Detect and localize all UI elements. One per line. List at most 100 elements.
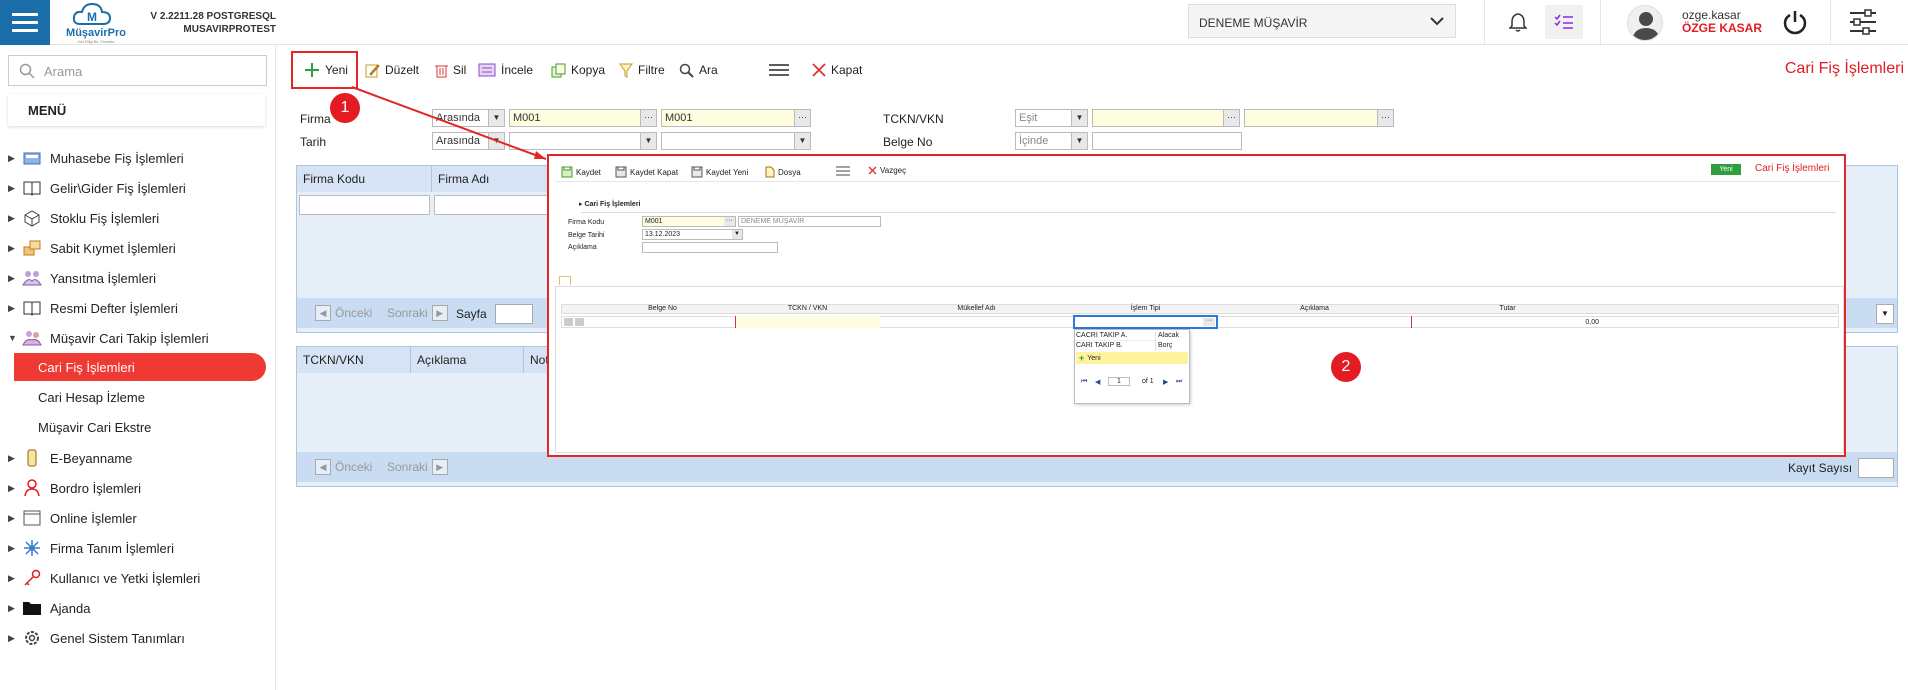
- power-icon[interactable]: [1782, 9, 1808, 35]
- search-input[interactable]: Arama: [8, 55, 267, 86]
- dropdown-option[interactable]: CARI TAKIP B.: [1076, 342, 1155, 351]
- tarih-to-select[interactable]: ▼: [661, 132, 811, 150]
- col-tckn-vkn[interactable]: TCKN / VKN: [735, 305, 880, 312]
- date-dropdown-icon[interactable]: ▼: [732, 230, 742, 239]
- bell-icon[interactable]: [1503, 7, 1533, 37]
- col-aciklama[interactable]: Açıklama: [1218, 305, 1411, 312]
- grid-header-aciklama[interactable]: Açıklama: [411, 347, 524, 373]
- firma-to-input[interactable]: M001 ···: [661, 109, 811, 127]
- belge-input[interactable]: [1092, 132, 1242, 150]
- sidebar-item-sabit-kiymet[interactable]: ▶ Sabit Kıymet İşlemleri: [0, 233, 276, 263]
- ellipsis-icon[interactable]: ···: [794, 110, 810, 126]
- more-menu-button[interactable]: [768, 57, 790, 83]
- network-icon: [24, 540, 40, 556]
- sidebar-item-stoklu[interactable]: ▶ Stoklu Fiş İşlemleri: [0, 203, 276, 233]
- sidebar-item-online[interactable]: ▶ Online İşlemler: [0, 503, 276, 533]
- sidebar-item-bordro[interactable]: ▶ Bordro İşlemleri: [0, 473, 276, 503]
- sidebar-item-firma-tanim[interactable]: ▶ Firma Tanım İşlemleri: [0, 533, 276, 563]
- search-button[interactable]: Ara: [679, 57, 718, 83]
- grid2-prev-button[interactable]: ◀ Önceki: [315, 459, 372, 475]
- sidebar-item-yansitma[interactable]: ▶ Yansıtma İşlemleri: [0, 263, 276, 293]
- sidebar-subitem-cari-ekstre[interactable]: Müşavir Cari Ekstre: [14, 413, 266, 441]
- new-button[interactable]: Yeni: [304, 57, 348, 83]
- sidebar-item-ajanda[interactable]: ▶ Ajanda: [0, 593, 276, 623]
- inspect-button[interactable]: İncele: [478, 57, 533, 83]
- copy-button[interactable]: Kopya: [551, 57, 605, 83]
- col-islem-tipi[interactable]: İşlem Tipi: [1073, 305, 1218, 312]
- row-edit-icon[interactable]: [575, 318, 584, 326]
- file-icon: [765, 166, 775, 178]
- belge-tarihi-input[interactable]: 13.12.2023: [642, 229, 743, 240]
- close-button[interactable]: Kapat: [812, 57, 862, 83]
- sidebar-item-muhasebe[interactable]: ▶ Muhasebe Fiş İşlemleri: [0, 143, 276, 173]
- sidebar-item-label: Müşavir Cari Takip İşlemleri: [50, 330, 209, 346]
- row-islem-tipi-input[interactable]: [1073, 315, 1218, 329]
- grid1-prev-button[interactable]: ◀ Önceki: [315, 305, 372, 321]
- grid-header-tckn[interactable]: TCKN/VKN: [297, 347, 411, 373]
- sidebar-item-label: Sabit Kıymet İşlemleri: [50, 240, 176, 256]
- row-delete-icon[interactable]: [564, 318, 573, 326]
- dropdown-new-button[interactable]: + Yeni: [1076, 352, 1188, 364]
- tab-indicator[interactable]: [559, 276, 571, 285]
- tckn-to-input[interactable]: ···: [1244, 109, 1394, 127]
- sidebar-subitem-cari-fis[interactable]: Cari Fiş İşlemleri: [14, 353, 266, 381]
- col-belge-no[interactable]: Belge No: [590, 305, 735, 312]
- sidebar-item-e-beyanname[interactable]: ▶ E-Beyanname: [0, 443, 276, 473]
- grid-header-firma-kodu[interactable]: Firma Kodu: [297, 166, 432, 192]
- search-icon: [19, 63, 35, 79]
- avatar[interactable]: [1627, 5, 1663, 41]
- grid2-next-button[interactable]: Sonraki ▶: [387, 459, 448, 475]
- ellipsis-icon[interactable]: ···: [1377, 110, 1393, 126]
- grid1-next-button[interactable]: Sonraki ▶: [387, 305, 448, 321]
- divider: [1830, 0, 1831, 45]
- next-page-icon[interactable]: ▶: [1163, 378, 1168, 386]
- modal-menu-button[interactable]: [835, 166, 851, 176]
- dropdown-option[interactable]: CACRI TAKIP A.: [1076, 332, 1155, 341]
- user-login: ozge.kasar: [1682, 8, 1741, 22]
- sidebar-item-gelir-gider[interactable]: ▶ Gelir\Gider Fiş İşlemleri: [0, 173, 276, 203]
- sidebar-item-label: Genel Sistem Tanımları: [50, 630, 185, 646]
- modal-save-new-button[interactable]: Kaydet Yeni: [691, 166, 748, 178]
- row-tckn-input[interactable]: [735, 316, 880, 328]
- dropdown-page-input[interactable]: 1: [1108, 377, 1130, 386]
- last-page-icon[interactable]: ⏭: [1176, 378, 1182, 386]
- modal-save-button[interactable]: Kaydet: [561, 166, 601, 178]
- aciklama-input[interactable]: [642, 242, 778, 253]
- first-page-icon[interactable]: ⏮: [1081, 378, 1087, 386]
- sidebar-item-genel-sistem[interactable]: ▶ Genel Sistem Tanımları: [0, 623, 276, 653]
- ellipsis-icon[interactable]: ···: [640, 110, 656, 126]
- caret-right-icon: ▶: [8, 602, 15, 613]
- sidebar-subitem-cari-hesap[interactable]: Cari Hesap İzleme: [14, 383, 266, 411]
- col-tutar[interactable]: Tutar: [1411, 305, 1604, 312]
- tasks-icon[interactable]: [1545, 5, 1583, 39]
- grid1-page-label: Sayfa: [456, 307, 487, 321]
- ellipsis-icon[interactable]: ···: [1203, 317, 1215, 326]
- sidebar-item-kullanici[interactable]: ▶ Kullanıcı ve Yetki İşlemleri: [0, 563, 276, 593]
- grid-filter-firma-adi[interactable]: [434, 195, 554, 215]
- firm-select[interactable]: DENEME MÜŞAVİR: [1188, 4, 1456, 38]
- hamburger-menu-icon[interactable]: [0, 0, 50, 45]
- sidebar-item-musavir-cari[interactable]: ▼ Müşavir Cari Takip İşlemleri: [0, 323, 276, 353]
- belge-operator-select[interactable]: İçinde ▼: [1015, 132, 1088, 150]
- ellipsis-icon[interactable]: ···: [1223, 110, 1239, 126]
- ellipsis-icon[interactable]: ···: [724, 217, 735, 226]
- filter-button[interactable]: Filtre: [619, 57, 665, 83]
- firma-kodu-input[interactable]: M001: [642, 216, 736, 227]
- tckn-from-input[interactable]: ···: [1092, 109, 1240, 127]
- grid-header-firma-adi[interactable]: Firma Adı: [432, 166, 552, 192]
- modal-file-button[interactable]: Dosya: [765, 166, 801, 178]
- edit-button[interactable]: Düzelt: [365, 57, 419, 83]
- grid1-page-input[interactable]: [495, 304, 533, 324]
- modal-cancel-button[interactable]: Vazgeç: [868, 166, 906, 175]
- page-size-dropdown-icon[interactable]: ▼: [1876, 304, 1894, 324]
- sliders-settings-icon[interactable]: [1848, 8, 1878, 36]
- prev-page-icon[interactable]: ◀: [1095, 378, 1100, 386]
- dropdown-option-type[interactable]: Borç: [1155, 342, 1188, 351]
- tckn-operator-select[interactable]: Eşit ▼: [1015, 109, 1088, 127]
- sidebar-item-resmi-defter[interactable]: ▶ Resmi Defter İşlemleri: [0, 293, 276, 323]
- col-mukellef-adi[interactable]: Mükellef Adı: [880, 305, 1073, 312]
- dropdown-option-type[interactable]: Alacak: [1155, 332, 1188, 341]
- delete-button[interactable]: Sil: [435, 57, 466, 83]
- modal-save-close-button[interactable]: Kaydet Kapat: [615, 166, 678, 178]
- grid-filter-firma-kodu[interactable]: [299, 195, 430, 215]
